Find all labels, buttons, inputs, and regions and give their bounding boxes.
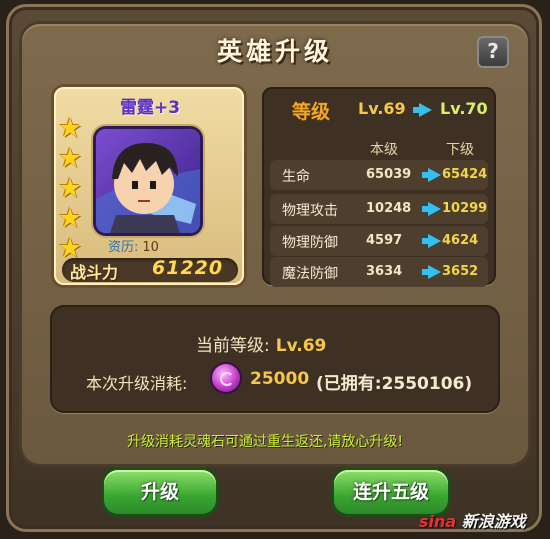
star-icon: ★: [58, 143, 83, 174]
level-next: Lv.70: [440, 99, 488, 118]
soul-stone-icon: [212, 364, 240, 392]
cost-label: 本次升级消耗:: [86, 374, 188, 393]
arrow-right-icon: [422, 234, 441, 248]
column-header-current: 本级: [370, 142, 398, 158]
sina-logo: sina: [419, 512, 457, 531]
stat-row-hp: 生命 65039 65424: [270, 160, 488, 190]
stat-next: 4624: [442, 233, 479, 248]
stat-current: 10248: [366, 201, 412, 216]
hero-experience: 资历: 10: [108, 236, 159, 255]
hero-star-rating: ★ ★ ★ ★ ★: [58, 114, 88, 264]
level-current: Lv.69: [358, 99, 406, 118]
arrow-right-icon: [413, 103, 432, 117]
power-value: 61220: [152, 257, 224, 279]
current-level-label: 当前等级:: [196, 336, 270, 356]
hero-name: 雷霆+3: [119, 98, 181, 118]
arrow-right-icon: [422, 168, 441, 182]
stat-label: 生命: [282, 169, 310, 185]
stat-row-physical-attack: 物理攻击 10248 10299: [270, 194, 488, 224]
hero-portrait-image: [96, 143, 200, 233]
stat-current: 3634: [366, 264, 403, 279]
stat-label: 物理攻击: [282, 203, 338, 219]
hero-portrait[interactable]: [96, 129, 200, 233]
stat-label: 物理防御: [282, 235, 338, 251]
arrow-right-icon: [422, 265, 441, 279]
experience-label: 资历:: [108, 240, 139, 255]
owned-amount: (已拥有:2550106): [316, 374, 473, 394]
current-level: 当前等级: Lv.69: [196, 331, 326, 356]
upgrade-info-panel: [50, 305, 500, 413]
stat-current: 4597: [366, 233, 403, 248]
stat-label: 魔法防御: [282, 266, 338, 282]
stat-current: 65039: [366, 167, 412, 182]
cost-value: 25000: [250, 369, 310, 389]
help-button[interactable]: ?: [477, 36, 509, 68]
star-icon: ★: [58, 173, 83, 204]
stat-next: 3652: [442, 264, 479, 279]
experience-value: 10: [142, 240, 159, 255]
stat-next: 10299: [442, 201, 488, 216]
column-header-next: 下级: [446, 142, 474, 158]
stat-row-magic-defense: 魔法防御 3634 3652: [270, 257, 488, 287]
power-label: 战斗力: [70, 263, 119, 282]
upgrade-button[interactable]: 升级: [104, 470, 216, 514]
arrow-right-icon: [422, 202, 441, 216]
stat-row-physical-defense: 物理防御 4597 4624: [270, 226, 488, 256]
watermark: sina 新浪游戏: [419, 508, 526, 532]
star-icon: ★: [58, 113, 83, 144]
dialog-title: 英雄升级: [216, 37, 333, 66]
tip-text: 升级消耗灵魂石可通过重生返还,请放心升级!: [126, 434, 404, 450]
level-label: 等级: [292, 101, 331, 123]
watermark-text: 新浪游戏: [461, 512, 526, 531]
level-row: 等级 Lv.69 Lv.70: [262, 96, 496, 124]
stat-next: 65424: [442, 167, 488, 182]
star-icon: ★: [58, 203, 83, 234]
current-level-value: Lv.69: [275, 336, 327, 356]
